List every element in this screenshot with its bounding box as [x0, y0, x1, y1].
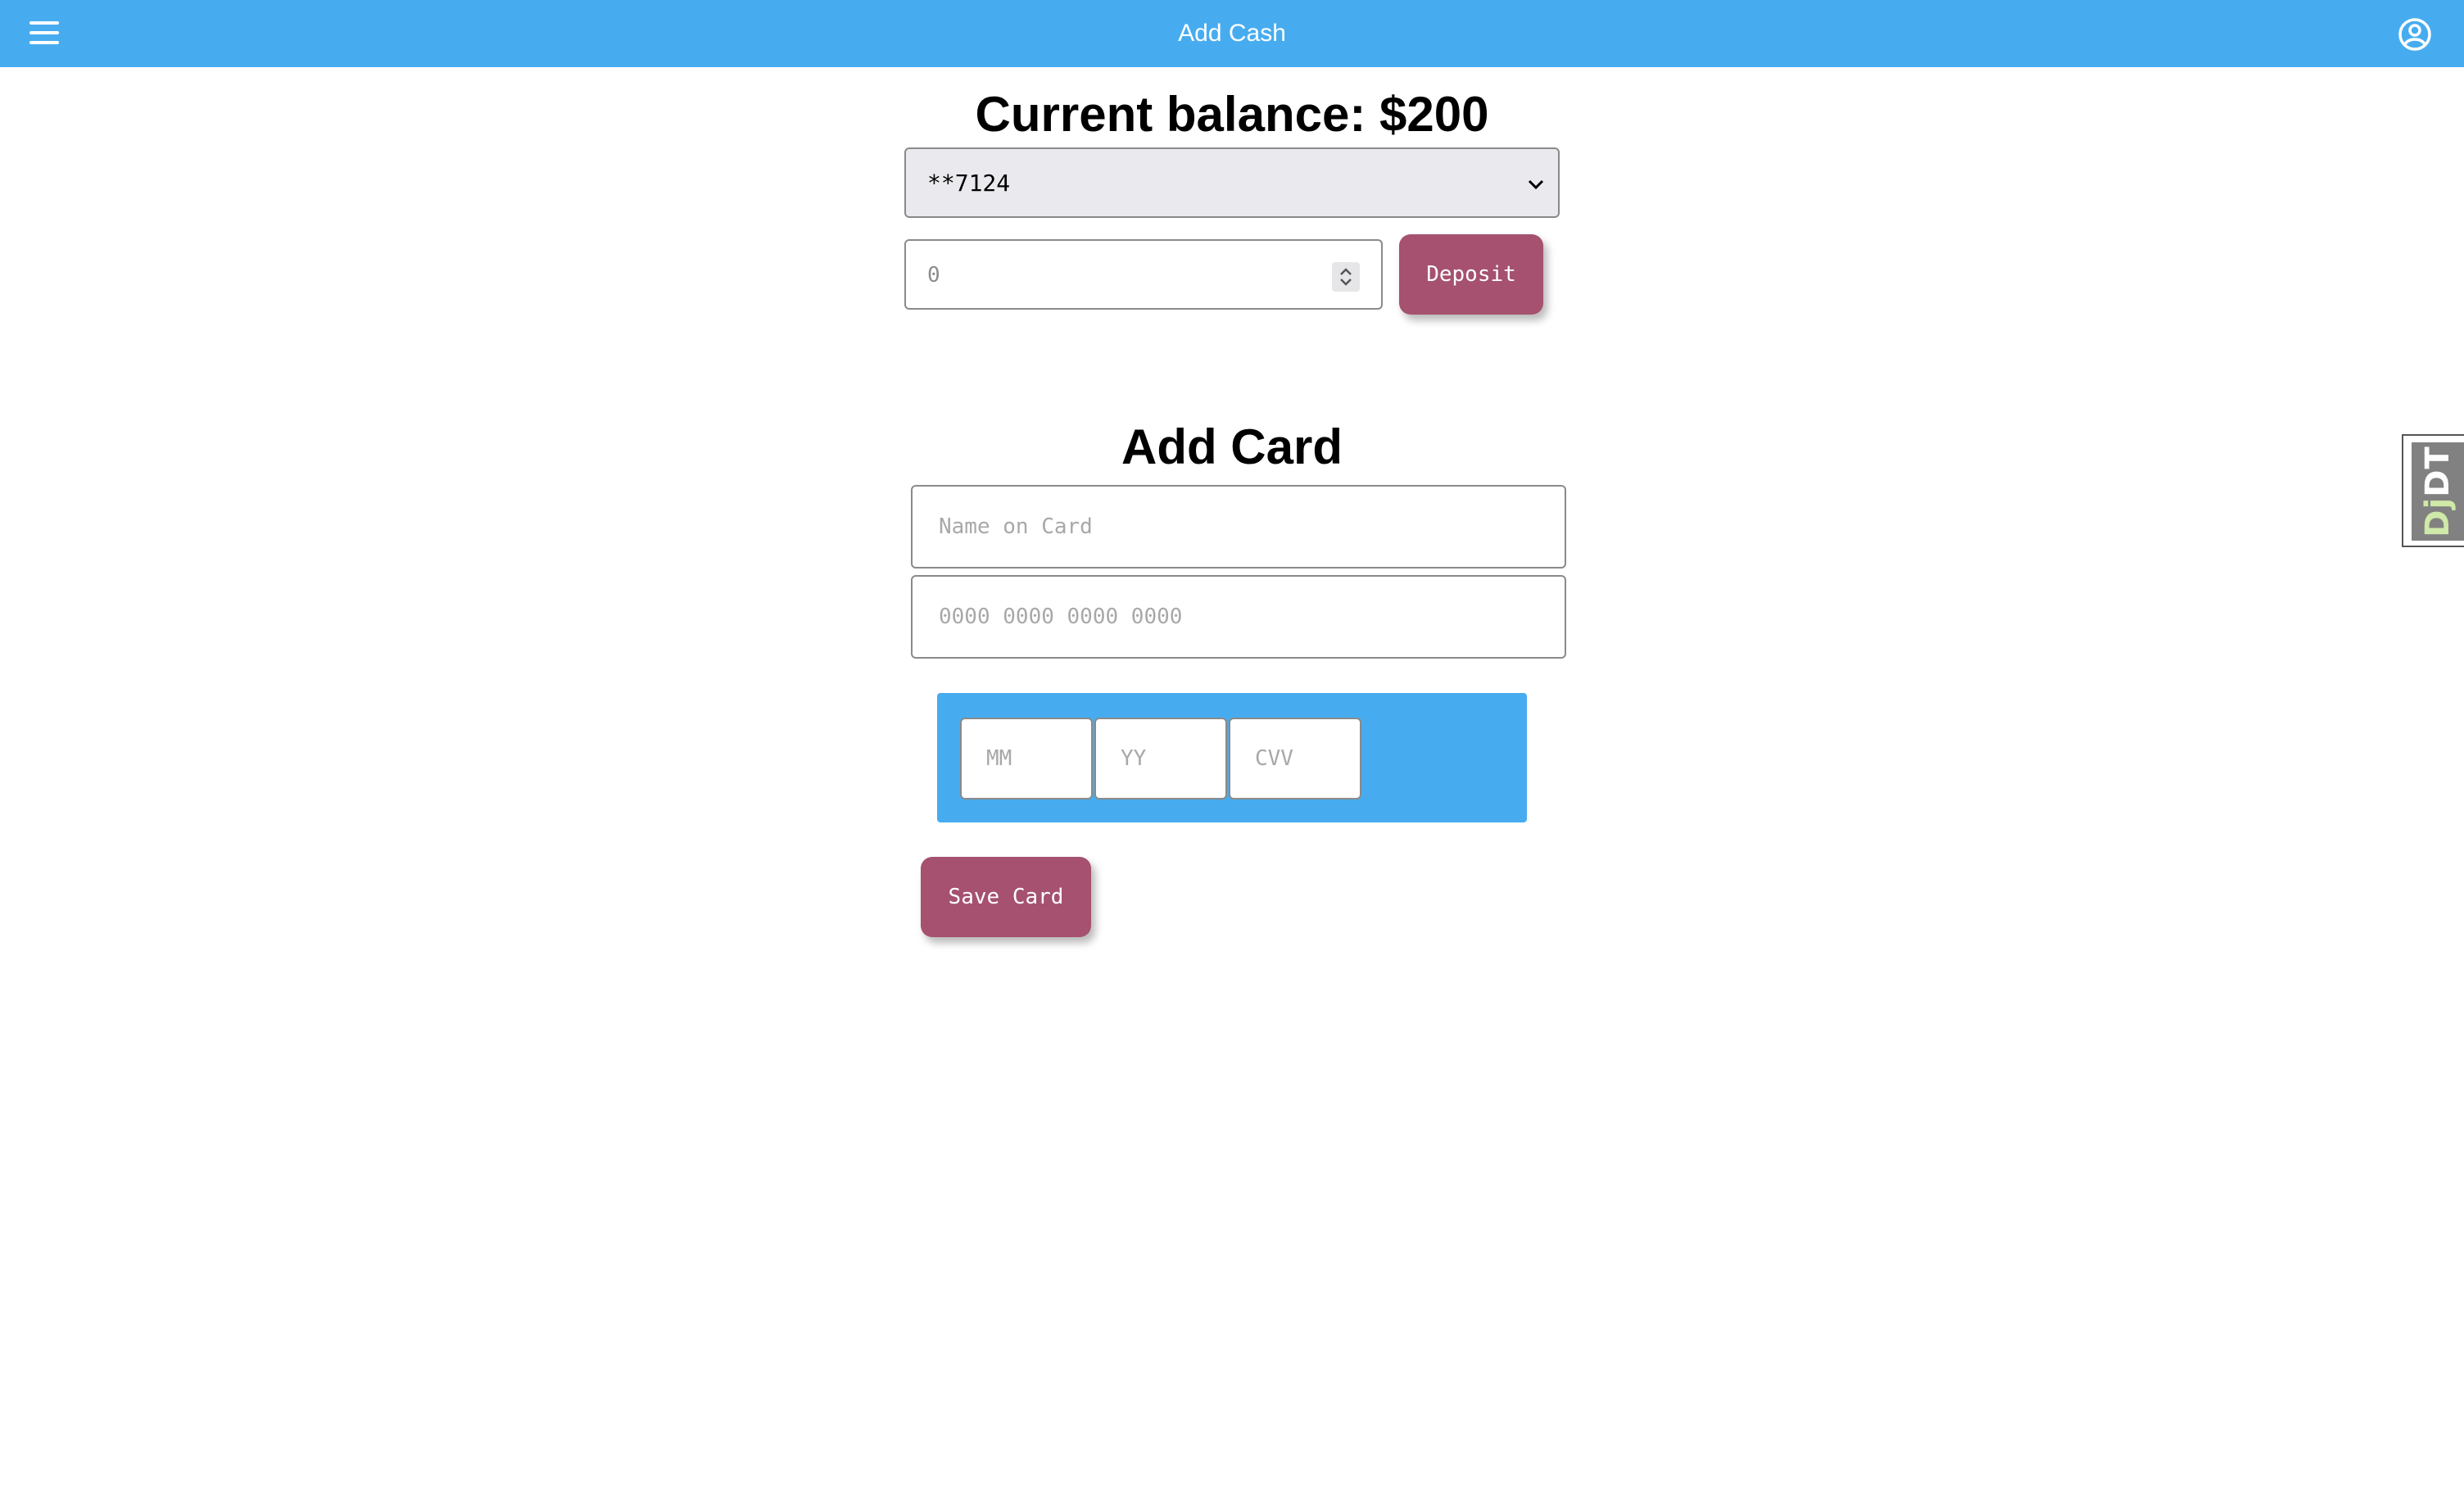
expiry-year-input[interactable]: YY [1094, 718, 1227, 800]
cvv-placeholder: CVV [1255, 746, 1293, 771]
cvv-input[interactable]: CVV [1229, 718, 1361, 800]
debug-toolbar-handle[interactable]: DjDT [2402, 434, 2464, 547]
account-circle-icon[interactable] [2397, 16, 2433, 52]
name-on-card-input[interactable]: Name on Card [911, 485, 1566, 569]
save-card-button[interactable]: Save Card [921, 857, 1091, 937]
card-details-panel: MM YY CVV [937, 693, 1527, 822]
amount-placeholder: 0 [927, 263, 940, 288]
deposit-button[interactable]: Deposit [1399, 234, 1543, 315]
chevron-down-icon [1525, 174, 1547, 195]
debug-toolbar-handle-body: DjDT [2412, 442, 2464, 541]
debug-toolbar-label-suffix: DT [2419, 446, 2457, 497]
card-number-input[interactable]: 0000 0000 0000 0000 [911, 575, 1566, 659]
app-bar: Add Cash [0, 0, 2464, 67]
expiry-month-input[interactable]: MM [960, 718, 1093, 800]
account-select[interactable]: **7124 [904, 147, 1560, 218]
debug-toolbar-label: DjDT [2419, 446, 2457, 537]
expiry-year-placeholder: YY [1121, 746, 1147, 771]
card-number-placeholder: 0000 0000 0000 0000 [939, 605, 1183, 629]
account-select-value: **7124 [927, 170, 1011, 197]
name-on-card-placeholder: Name on Card [939, 514, 1093, 539]
page-title: Add Cash [1178, 20, 1286, 47]
add-card-heading: Add Card [1121, 419, 1343, 474]
expiry-month-placeholder: MM [986, 746, 1012, 771]
amount-input[interactable]: 0 [904, 239, 1383, 310]
debug-toolbar-label-prefix: Dj [2419, 496, 2457, 537]
balance-heading: Current balance: $200 [975, 87, 1489, 142]
number-spinner-icon[interactable] [1332, 262, 1360, 292]
